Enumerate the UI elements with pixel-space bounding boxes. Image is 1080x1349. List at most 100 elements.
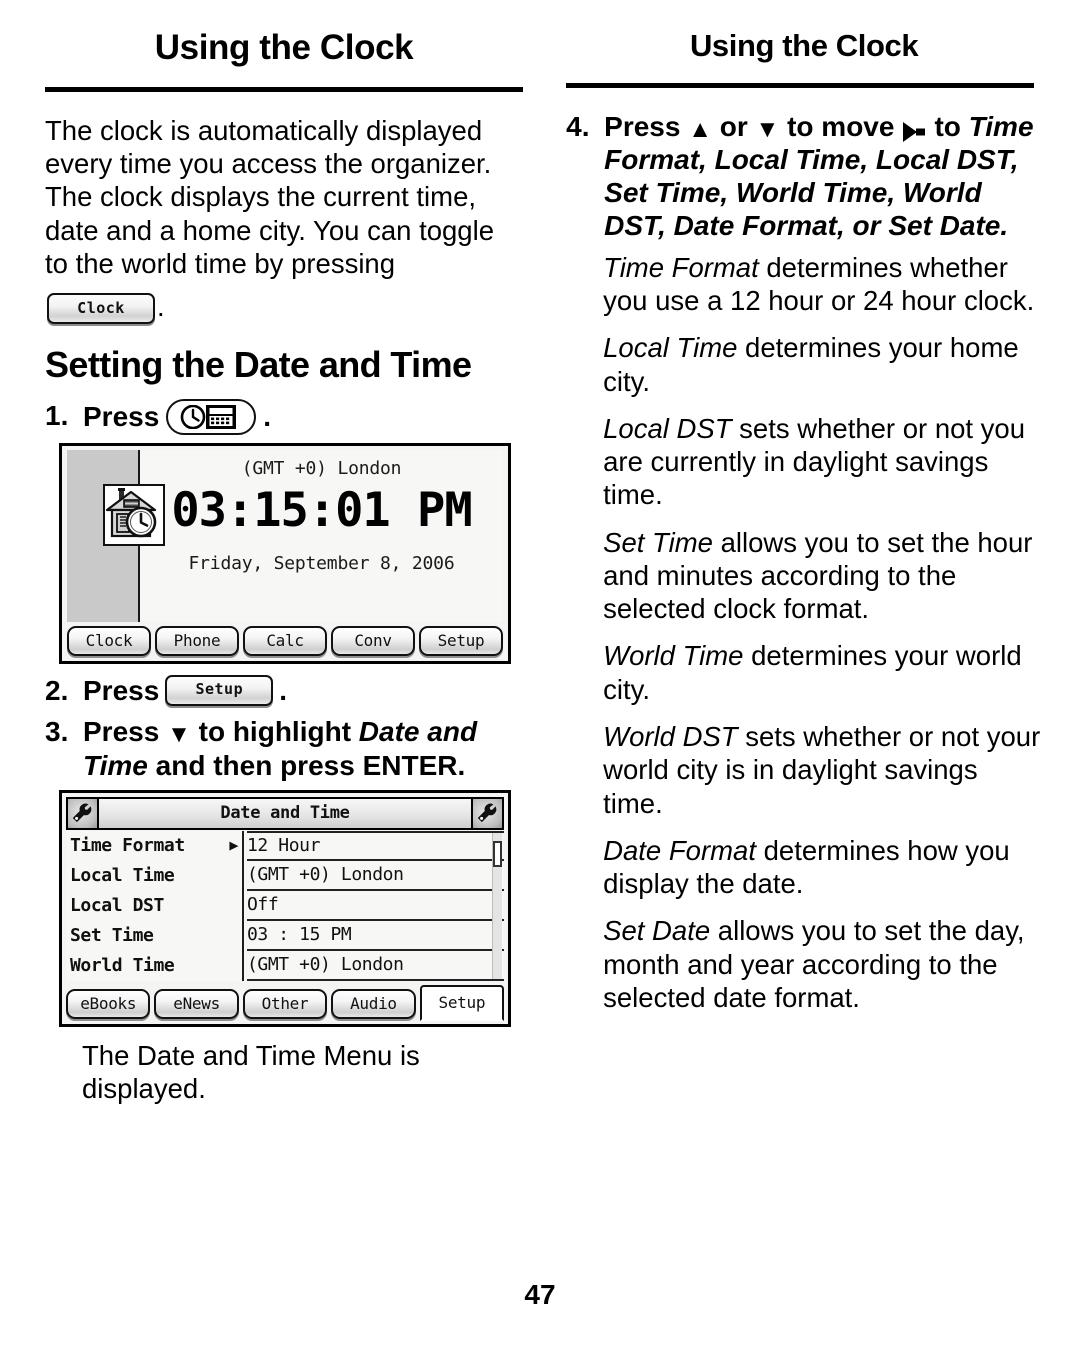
step-4-text-press: Press bbox=[604, 110, 681, 142]
tab-calc[interactable]: Calc bbox=[243, 625, 327, 656]
menu-row-value-world-time[interactable]: (GMT +0) London bbox=[247, 951, 504, 981]
menu-screen-tabbar: eBooks eNews Other Audio Setup bbox=[66, 984, 505, 1021]
step-3-body: Press ▼ to highlight Date and Time and t… bbox=[83, 715, 523, 782]
definition-term: Local Time bbox=[603, 332, 738, 364]
left-page-title: Using the Clock bbox=[154, 28, 414, 67]
setup-key-button[interactable]: Setup bbox=[165, 675, 274, 706]
clock-screen-figure: (GMT +0) London 03:15:01 PM Friday, Sept… bbox=[59, 442, 511, 664]
step-1: 1. Press . bbox=[45, 398, 523, 435]
right-pointer-icon bbox=[899, 117, 929, 143]
column-gap bbox=[537, 30, 566, 1105]
step-3-text-before: Press bbox=[83, 716, 160, 748]
clock-key-button[interactable]: Clock bbox=[47, 293, 155, 325]
clock-screen-main: (GMT +0) London 03:15:01 PM Friday, Sept… bbox=[140, 449, 503, 622]
menu-rows: Time Format ▶ Local Time Local DST Set T… bbox=[66, 830, 504, 981]
tab-phone[interactable]: Phone bbox=[155, 625, 239, 656]
definition-term: Local DST bbox=[603, 412, 732, 444]
menu-row-label-time-format[interactable]: Time Format ▶ bbox=[70, 831, 242, 861]
menu-row-label-text: World Time bbox=[70, 955, 175, 977]
tab-setup[interactable]: Setup bbox=[419, 625, 503, 656]
menu-row-value-local-time[interactable]: (GMT +0) London bbox=[247, 861, 504, 891]
tab-ebooks[interactable]: eBooks bbox=[66, 988, 151, 1019]
intro-period: . bbox=[157, 291, 165, 323]
tab-setup-active[interactable]: Setup bbox=[419, 984, 505, 1021]
step-3: 3. Press ▼ to highlight Date and Time an… bbox=[45, 715, 523, 782]
step-3-text-mid: to highlight bbox=[198, 716, 352, 748]
definition-world-time: World Time determines your world city. bbox=[566, 639, 1042, 706]
menu-row-value-local-dst[interactable]: Off bbox=[247, 891, 504, 921]
menu-row-label-local-dst[interactable]: Local DST bbox=[70, 891, 242, 921]
menu-row-label-local-time[interactable]: Local Time bbox=[70, 861, 242, 891]
step-3-number: 3. bbox=[45, 716, 69, 748]
tab-other[interactable]: Other bbox=[242, 988, 328, 1019]
menu-row-label-set-time[interactable]: Set Time bbox=[70, 921, 242, 951]
menu-row-label-text: Set Time bbox=[70, 925, 154, 947]
definition-set-time: Set Time allows you to set the hour and … bbox=[566, 526, 1042, 626]
definition-term: Date Format bbox=[603, 834, 756, 866]
definition-term: Time Format bbox=[603, 251, 759, 283]
step-2: 2. Press Setup . bbox=[45, 674, 523, 707]
manual-page: Using the Clock The clock is automatical… bbox=[0, 0, 1080, 1349]
tab-enews[interactable]: eNews bbox=[154, 988, 239, 1019]
menu-row-label-world-time[interactable]: World Time bbox=[70, 951, 242, 981]
arrow-down-icon: ▼ bbox=[167, 721, 191, 749]
step-2-text: Press bbox=[83, 674, 160, 706]
menu-row-value-set-time[interactable]: 03 : 15 PM bbox=[247, 921, 504, 951]
tab-conv[interactable]: Conv bbox=[331, 625, 415, 656]
menu-caption: The Date and Time Menu is displayed. bbox=[82, 1039, 420, 1105]
clock-calculator-icon-key[interactable] bbox=[166, 398, 257, 435]
menu-label-column: Time Format ▶ Local Time Local DST Set T… bbox=[66, 830, 244, 981]
menu-scrollbar[interactable] bbox=[492, 832, 502, 979]
step-3-text-after: and then press ENTER. bbox=[155, 749, 466, 781]
clock-time-display: 03:15:01 PM bbox=[171, 482, 472, 538]
clock-screen-body: (GMT +0) London 03:15:01 PM Friday, Sept… bbox=[67, 449, 503, 622]
menu-scrollbar-thumb[interactable] bbox=[493, 840, 502, 867]
definition-time-format: Time Format determines whether you use a… bbox=[566, 251, 1042, 318]
step-4-body: Press ▲ or ▼ to move to Time Format, Loca… bbox=[604, 110, 1042, 243]
step-4-text-to: to bbox=[934, 110, 961, 142]
intro-paragraph: The clock is automatically displayed eve… bbox=[45, 114, 523, 280]
definition-local-dst: Local DST sets whether or not you are cu… bbox=[566, 412, 1042, 512]
right-header-rule bbox=[566, 82, 1035, 88]
clock-city-label: (GMT +0) London bbox=[241, 457, 402, 479]
definition-set-date: Set Date allows you to set the day, mont… bbox=[566, 914, 1042, 1014]
step-4-number: 4. bbox=[566, 110, 590, 142]
date-time-menu-figure: Date and Time Time Format ▶ Local Time L… bbox=[59, 789, 511, 1027]
intro-key-line: Clock. bbox=[45, 290, 523, 325]
step-2-body: Press Setup . bbox=[83, 674, 523, 707]
definition-term: Set Time bbox=[603, 526, 713, 558]
menu-header: Date and Time bbox=[66, 796, 504, 830]
right-column: Using the Clock 4. Press ▲ or ▼ to move t… bbox=[566, 29, 1042, 1105]
selection-marker-icon: ▶ bbox=[229, 836, 238, 855]
step-4-text-or: or bbox=[719, 110, 748, 142]
tab-clock[interactable]: Clock bbox=[67, 625, 151, 656]
wrench-icon-left[interactable] bbox=[66, 796, 99, 830]
arrow-down-icon: ▼ bbox=[755, 115, 780, 143]
menu-row-value-time-format[interactable]: 12 Hour bbox=[247, 830, 504, 861]
arrow-up-icon: ▲ bbox=[688, 115, 712, 143]
two-column-layout: Using the Clock The clock is automatical… bbox=[0, 0, 1080, 1105]
step-2-period: . bbox=[279, 674, 288, 706]
house-clock-icon bbox=[103, 483, 165, 546]
step-1-text: Press bbox=[83, 401, 160, 433]
left-header-rule bbox=[45, 86, 523, 92]
definition-local-time: Local Time determines your home city. bbox=[566, 331, 1042, 398]
step-1-number: 1. bbox=[45, 399, 69, 431]
clock-screen-tabbar: Clock Phone Calc Conv Setup bbox=[67, 625, 503, 656]
intro-paragraph-text: The clock is automatically displayed eve… bbox=[45, 114, 494, 279]
clock-calculator-icon bbox=[181, 404, 237, 429]
step-4-text-move: to move bbox=[787, 110, 895, 142]
step-1-body: Press . bbox=[83, 398, 523, 435]
definition-term: World Time bbox=[603, 640, 744, 672]
definition-term: Set Date bbox=[603, 915, 711, 947]
menu-row-label-text: Time Format bbox=[70, 835, 185, 857]
wrench-icon-right[interactable] bbox=[471, 796, 504, 830]
menu-row-label-text: Local DST bbox=[70, 895, 164, 917]
tab-audio[interactable]: Audio bbox=[331, 988, 416, 1019]
definition-date-format: Date Format determines how you display t… bbox=[566, 834, 1042, 901]
step-1-period: . bbox=[263, 401, 272, 433]
left-column: Using the Clock The clock is automatical… bbox=[45, 28, 537, 1105]
menu-row-label-text: Local Time bbox=[70, 865, 175, 887]
section-heading: Setting the Date and Time bbox=[45, 344, 472, 386]
page-number: 47 bbox=[524, 1279, 556, 1310]
